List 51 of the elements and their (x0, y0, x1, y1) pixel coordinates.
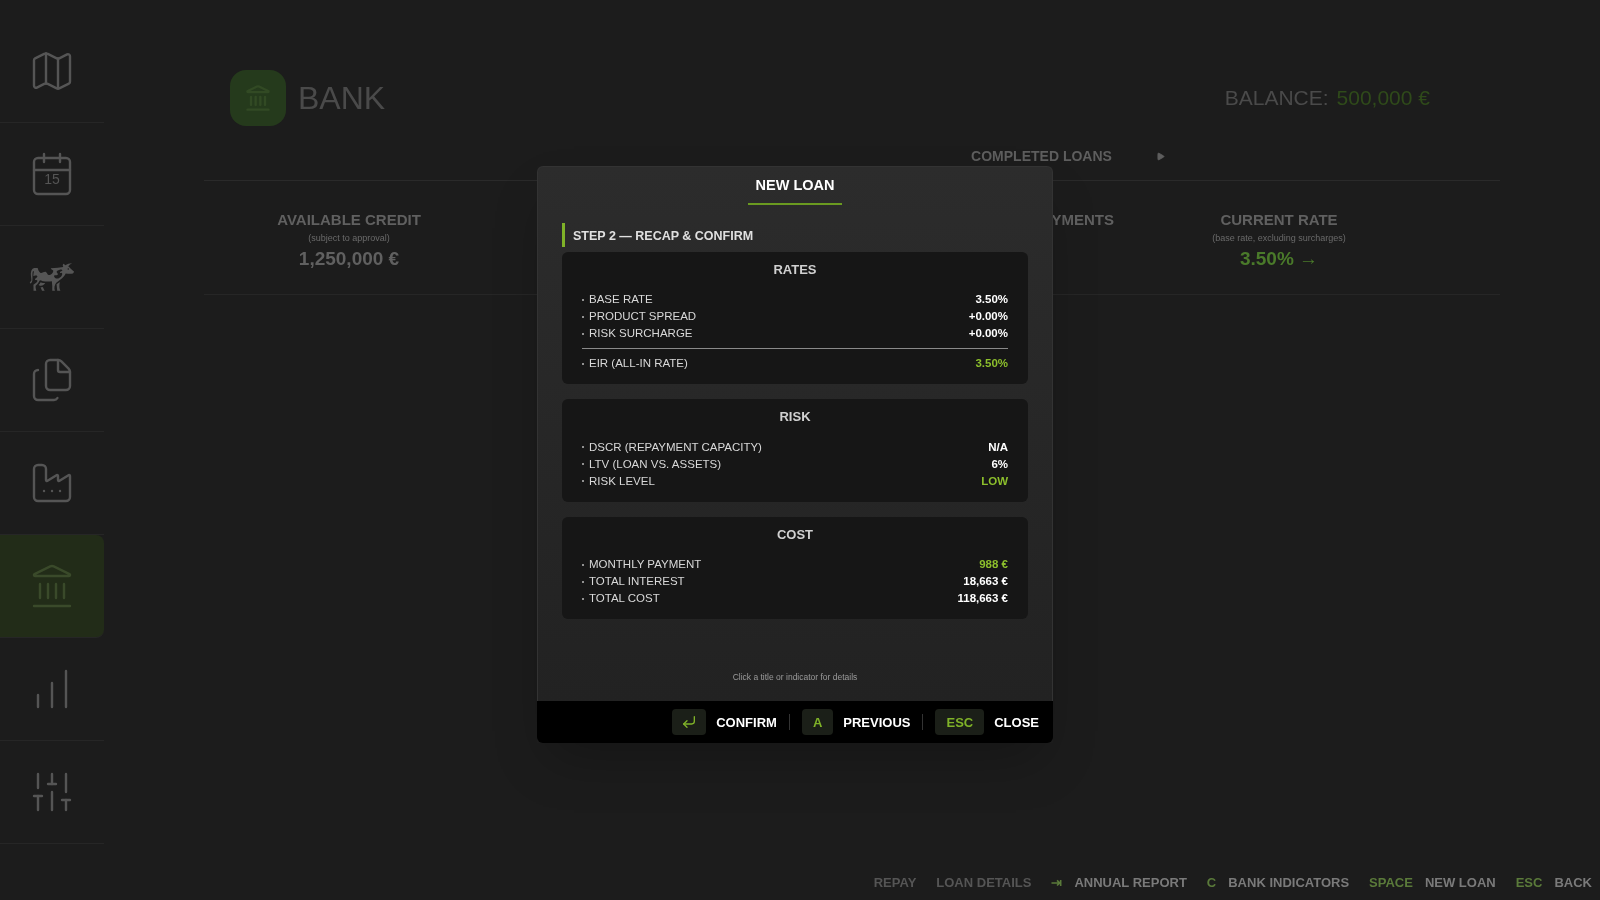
metric-label: PRODUCT SPREAD (589, 309, 697, 325)
key-hint: C (1206, 874, 1217, 893)
metric-value: 6% (991, 456, 1008, 472)
action-button[interactable]: CLOSE (994, 712, 1039, 732)
metric-label: BASE RATE (589, 292, 653, 308)
metric-label: LTV (LOAN VS. ASSETS) (589, 456, 722, 472)
hint-text: Click a title or indicator for details (732, 672, 858, 683)
key-hint: SPACE (1369, 874, 1413, 893)
key-hint: ⇥ (1051, 874, 1063, 893)
modal-title: NEW LOAN (747, 175, 843, 205)
bottom-action[interactable]: BANK INDICATORS (1228, 873, 1350, 893)
step-title: STEP 2 — RECAP & CONFIRM (573, 228, 754, 243)
stat-note: (subject to approval) (308, 231, 390, 245)
metric-value: LOW (981, 473, 1008, 489)
play-icon (1155, 151, 1165, 161)
stat-label: YMENTS (1051, 210, 1114, 230)
section-title[interactable]: RATES (582, 259, 1008, 280)
section-title[interactable]: RISK (582, 407, 1008, 427)
metric-label: RISK SURCHARGE (589, 326, 693, 342)
sidebar-item[interactable]: 15 (0, 123, 104, 226)
section-title[interactable]: COST (582, 524, 1008, 545)
metric-value: +0.00% (968, 309, 1008, 325)
tab[interactable]: COMPLETED LOANS (959, 145, 1124, 167)
bottom-action[interactable]: ANNUAL REPORT (1074, 873, 1187, 893)
stat-value: 3.50% → (1239, 247, 1319, 271)
stat-value: 1,250,000 € (298, 247, 400, 271)
stat-note: (base rate, excluding surcharges) (1212, 231, 1346, 245)
metric-value: 988 € (979, 557, 1008, 573)
stat-label: AVAILABLE CREDIT (277, 210, 421, 230)
sidebar-item[interactable] (0, 535, 104, 638)
metric-label: RISK LEVEL (589, 473, 655, 489)
metric-value: 118,663 € (957, 591, 1008, 607)
key-cap: ESC (935, 709, 985, 736)
metric-label: TOTAL COST (589, 591, 660, 607)
action-button[interactable]: PREVIOUS (843, 712, 911, 732)
metric-value: 18,663 € (963, 574, 1008, 590)
metric-label: TOTAL INTEREST (589, 574, 685, 590)
metric-label: DSCR (REPAYMENT CAPACITY) (589, 439, 762, 455)
bottom-action[interactable]: NEW LOAN (1424, 873, 1496, 893)
metric-label: EIR (ALL-IN RATE) (589, 356, 688, 372)
metric-value: 3.50% (975, 356, 1008, 372)
enter-icon (681, 714, 698, 731)
metric-label: MONTHLY PAYMENT (589, 557, 702, 573)
metric-value: 3.50% (975, 292, 1008, 308)
action-button[interactable]: CONFIRM (716, 712, 777, 732)
key-cap: A (801, 709, 834, 736)
metric-value: N/A (988, 439, 1008, 455)
key-hint: ESC (1515, 874, 1543, 893)
bottom-action[interactable]: BACK (1554, 873, 1592, 893)
stat-label: CURRENT RATE (1220, 210, 1338, 230)
metric-value: +0.00% (968, 326, 1008, 342)
